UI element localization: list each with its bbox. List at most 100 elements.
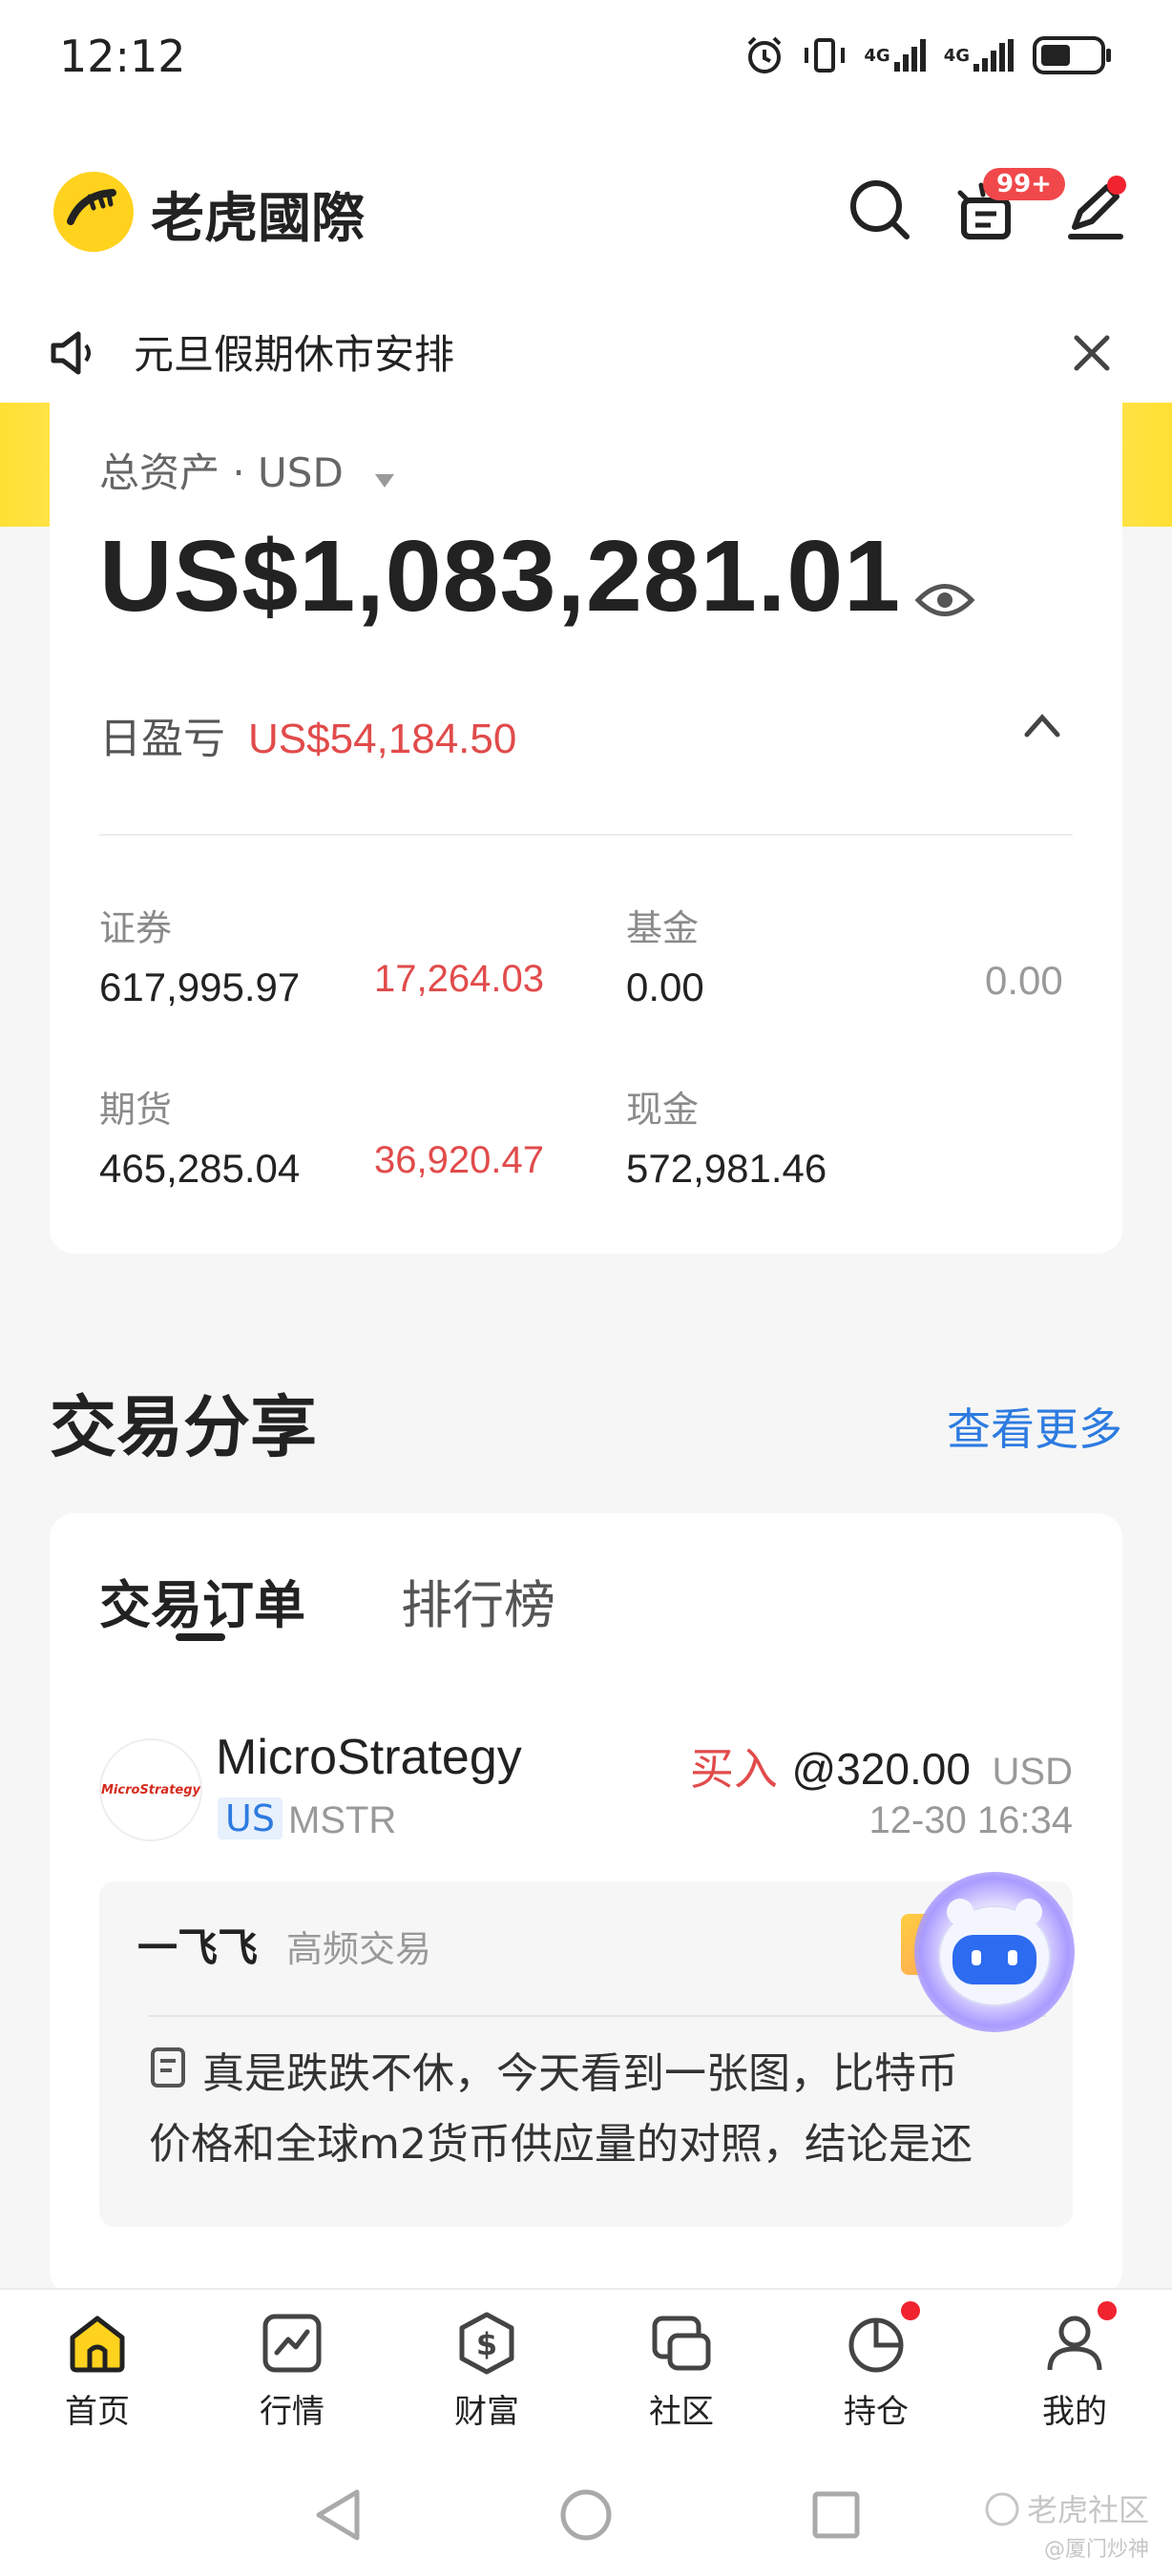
- funds-label: 基金: [626, 907, 700, 949]
- funds-value: 0.00: [626, 965, 704, 1009]
- dollar-icon: $: [452, 2309, 521, 2378]
- stock-ticker: MSTR: [288, 1799, 397, 1841]
- funds-change-cell: 0.00: [985, 958, 1063, 1004]
- watermark-logo-icon: [983, 2490, 1021, 2532]
- app-header: 老虎國際 99+: [0, 118, 1172, 303]
- vibrate-icon: [803, 36, 847, 74]
- signal-4g-icon: 4G: [864, 37, 926, 73]
- battery-icon: [1033, 34, 1113, 76]
- stock-logo: MicroStrategy: [99, 1738, 202, 1841]
- daily-pnl-row: 日盈亏 US$54,184.50: [99, 704, 516, 765]
- futures-change: 36,920.47: [374, 1139, 544, 1181]
- cash-value: 572,981.46: [626, 1146, 827, 1191]
- chevron-up-icon[interactable]: [1023, 712, 1061, 742]
- tab-trade-orders[interactable]: 交易订单: [99, 1563, 305, 1638]
- tab-me-label: 我的: [1042, 2393, 1107, 2431]
- me-red-dot: [1098, 2301, 1117, 2320]
- futures-change-cell: 36,920.47: [374, 1139, 544, 1182]
- funds-cell[interactable]: 基金 0.00: [626, 899, 704, 1010]
- total-assets-label-text: 总资产 · USD: [99, 449, 344, 496]
- tab-community[interactable]: 社区: [624, 2309, 739, 2432]
- post-text-1: 真是跌跌不休，今天看到一张图，比特币: [202, 2049, 958, 2098]
- post-text: 真是跌跌不休，今天看到一张图，比特币 价格和全球m2货币供应量的对照，结论是还: [149, 2040, 1046, 2179]
- stock-name[interactable]: MicroStrategy: [216, 1729, 522, 1786]
- post-text-line-1: 真是跌跌不休，今天看到一张图，比特币: [149, 2040, 1046, 2110]
- home-icon: [63, 2309, 132, 2378]
- market-tag: US: [218, 1797, 283, 1839]
- positions-red-dot: [901, 2301, 920, 2320]
- ai-assistant-icon[interactable]: [914, 1872, 1075, 2032]
- tab-positions[interactable]: 持仓: [819, 2309, 933, 2432]
- home-nav-icon[interactable]: [559, 2488, 613, 2545]
- watermark-handle: @厦门炒神: [1043, 2538, 1149, 2562]
- tab-home[interactable]: 首页: [40, 2309, 155, 2432]
- total-assets-value: US$1,083,281.01: [99, 520, 902, 633]
- securities-label: 证券: [99, 907, 173, 949]
- tab-home-label: 首页: [65, 2393, 130, 2431]
- tab-wealth-label: 财富: [454, 2393, 519, 2431]
- notification-badge: 99+: [983, 168, 1065, 200]
- securities-cell[interactable]: 证券 617,995.97: [99, 899, 300, 1010]
- status-bar: 12:12 4G 4G: [0, 0, 1172, 118]
- note-icon: [149, 2042, 187, 2110]
- back-nav-icon[interactable]: [311, 2486, 365, 2547]
- pie-chart-icon: [842, 2309, 910, 2378]
- tiger-logo-icon: [53, 172, 134, 252]
- caret-down-icon: [373, 452, 396, 499]
- order-currency: USD: [992, 1751, 1073, 1793]
- daily-pnl-value: US$54,184.50: [248, 716, 517, 762]
- edit-red-dot: [1107, 176, 1126, 195]
- daily-pnl-label: 日盈亏: [99, 715, 225, 763]
- notice-text: 元旦假期休市安排: [134, 331, 455, 378]
- bottom-tab-bar: 首页 行情 $ 财富 社区 持仓 我的: [0, 2288, 1172, 2454]
- asset-card: 总资产 · USD US$1,083,281.01 日盈亏 US$54,184.…: [50, 403, 1122, 1254]
- trade-share-title: 交易分享: [50, 1388, 317, 1466]
- eye-icon[interactable]: [914, 576, 975, 628]
- order-time: 12-30 16:34: [869, 1799, 1073, 1841]
- tab-wealth[interactable]: $ 财富: [429, 2309, 544, 2432]
- speaker-icon: [48, 324, 94, 385]
- system-icons: 4G 4G: [743, 34, 1113, 76]
- status-time: 12:12: [59, 31, 186, 82]
- chart-icon: [258, 2309, 326, 2378]
- signal-1-label: 4G: [864, 45, 890, 66]
- recent-apps-icon[interactable]: [811, 2490, 861, 2544]
- cash-label: 现金: [626, 1089, 700, 1131]
- securities-change-cell: 17,264.03: [374, 958, 544, 1001]
- futures-cell[interactable]: 期货 465,285.04: [99, 1080, 300, 1192]
- order-side: 买入: [689, 1743, 778, 1795]
- asset-divider: [99, 834, 1073, 836]
- user-icon: [1040, 2309, 1109, 2378]
- active-tab-indicator: [176, 1633, 225, 1641]
- app-title: 老虎國際: [151, 188, 365, 250]
- tab-market-label: 行情: [260, 2393, 324, 2431]
- post-text-line-2: 价格和全球m2货币供应量的对照，结论是还: [149, 2120, 973, 2169]
- signal-2-label: 4G: [943, 45, 970, 66]
- see-more-link[interactable]: 查看更多: [947, 1395, 1122, 1458]
- svg-text:$: $: [476, 2326, 497, 2362]
- watermark-text: 老虎社区: [1026, 2492, 1149, 2528]
- tab-market[interactable]: 行情: [235, 2309, 349, 2432]
- order-price: @320.00: [791, 1744, 971, 1794]
- tab-leaderboard[interactable]: 排行榜: [401, 1563, 555, 1638]
- alarm-icon: [743, 34, 785, 76]
- cash-cell[interactable]: 现金 572,981.46: [626, 1080, 827, 1192]
- post-divider: [149, 2015, 1046, 2017]
- tab-me[interactable]: 我的: [1017, 2309, 1132, 2432]
- close-icon[interactable]: [1071, 332, 1113, 378]
- author-tag: 高频交易: [286, 1928, 432, 1970]
- system-nav-bar: [0, 2454, 1172, 2576]
- post-author[interactable]: 一飞飞: [137, 1916, 258, 1974]
- tab-community-label: 社区: [649, 2393, 714, 2431]
- funds-change: 0.00: [985, 958, 1063, 1003]
- securities-value: 617,995.97: [99, 965, 301, 1009]
- securities-change: 17,264.03: [374, 958, 544, 1000]
- search-icon[interactable]: [846, 176, 914, 244]
- order-line: 买入 @320.00 USD: [690, 1735, 1073, 1797]
- futures-label: 期货: [99, 1089, 173, 1131]
- notice-banner[interactable]: 元旦假期休市安排: [0, 303, 1172, 403]
- community-icon: [647, 2309, 716, 2378]
- tab-positions-label: 持仓: [844, 2393, 909, 2431]
- futures-value: 465,285.04: [99, 1146, 301, 1191]
- total-assets-label[interactable]: 总资产 · USD: [99, 441, 396, 499]
